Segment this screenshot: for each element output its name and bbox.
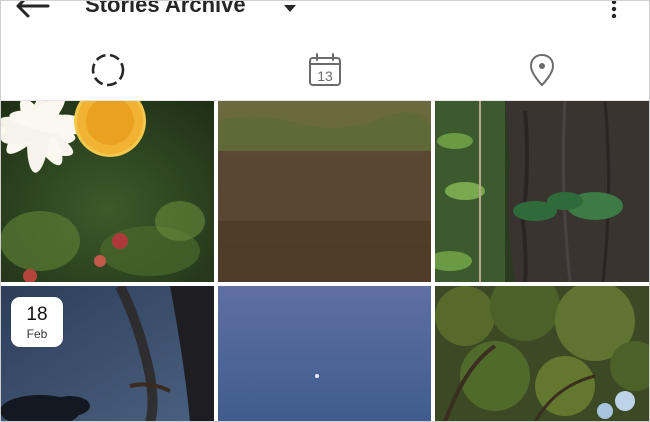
top-bar: Stories Archive — [0, 0, 650, 40]
story-thumbnail-tree-canopy[interactable] — [435, 286, 650, 422]
tab-locations[interactable] — [434, 40, 650, 100]
story-thumbnail-field[interactable] — [218, 101, 431, 282]
archive-tabs: 13 — [0, 40, 650, 101]
date-badge-day: 18 — [26, 304, 48, 325]
chevron-down-icon[interactable] — [282, 2, 298, 14]
date-badge: 18 Feb — [11, 297, 63, 347]
calendar-icon: 13 — [309, 53, 341, 86]
date-badge-month: Feb — [26, 327, 48, 341]
story-thumbnail-tree-trunk[interactable] — [435, 101, 650, 282]
location-pin-icon — [529, 53, 555, 87]
more-options-icon[interactable] — [604, 0, 624, 24]
tab-calendar[interactable]: 13 — [217, 40, 433, 100]
calendar-date-number: 13 — [317, 68, 333, 84]
tab-stories[interactable] — [0, 40, 216, 100]
page-title: Stories Archive — [85, 0, 246, 17]
stories-grid: 18 Feb — [0, 101, 650, 422]
story-thumbnail-daisy[interactable] — [0, 101, 214, 282]
circle-dashed-icon — [91, 53, 125, 87]
story-thumbnail-blue-sky[interactable] — [218, 286, 431, 422]
back-arrow-icon[interactable] — [14, 0, 54, 24]
